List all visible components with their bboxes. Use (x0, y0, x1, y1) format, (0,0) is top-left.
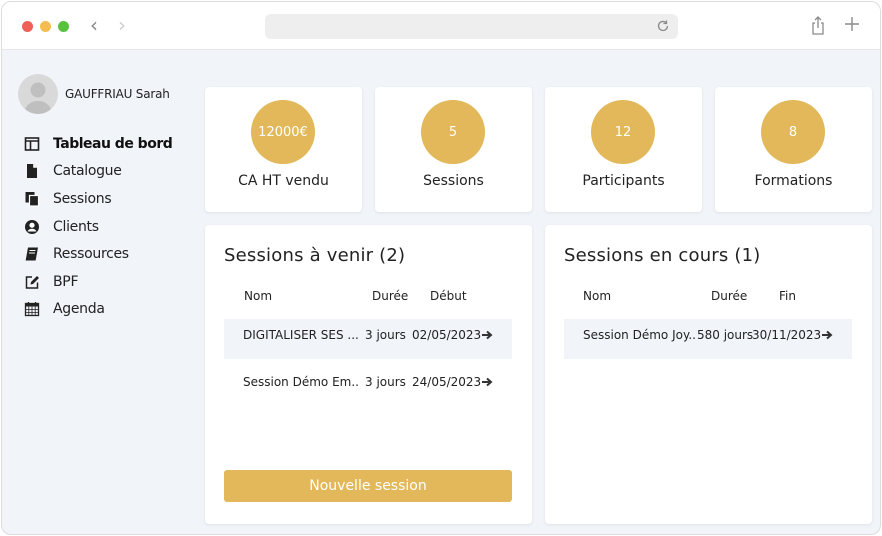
new-tab-icon[interactable] (844, 16, 860, 32)
share-icon[interactable] (810, 16, 826, 36)
session-duration: 3 jours (365, 328, 406, 342)
sidebar-item-sessions[interactable]: Sessions (24, 185, 172, 213)
arrow-right-icon[interactable] (821, 329, 833, 341)
user-profile[interactable]: GAUFFRIAU Sarah (18, 74, 170, 114)
column-header-nom: Nom (244, 289, 273, 303)
sidebar-item-tableau-de-bord[interactable]: Tableau de bord (24, 130, 173, 158)
avatar (18, 74, 58, 114)
stat-card-formations: 8 Formations (715, 87, 872, 212)
session-name: DIGITALISER SES ... (243, 328, 359, 342)
stat-value: 8 (761, 100, 825, 164)
sidebar-menu: Tableau de bord Catalogue Sessions Clien… (24, 130, 173, 324)
session-name: Session Démo Em... (243, 375, 359, 389)
table-row[interactable]: Session Démo Joy... 580 jours 30/11/2023 (564, 319, 852, 359)
session-date: 24/05/2023 (412, 375, 482, 389)
stat-label: Sessions (423, 173, 484, 189)
stat-label: Participants (582, 173, 665, 189)
upcoming-sessions-panel: Sessions à venir (2) Nom Durée Début DIG… (205, 225, 532, 524)
file-icon (27, 164, 37, 179)
column-header-debut: Début (430, 289, 467, 303)
address-bar[interactable] (265, 14, 678, 39)
stat-value: 5 (421, 100, 485, 164)
column-header-nom: Nom (583, 289, 612, 303)
arrow-right-icon[interactable] (481, 329, 493, 341)
session-date: 02/05/2023 (412, 328, 482, 342)
new-session-button[interactable]: Nouvelle session (224, 470, 512, 502)
sidebar-item-ressources[interactable]: Ressources (24, 240, 172, 268)
column-header-fin: Fin (779, 289, 796, 303)
close-window-button[interactable] (22, 21, 33, 32)
session-name: Session Démo Joy... (583, 328, 697, 342)
calendar-icon (24, 302, 40, 317)
sidebar-item-clients[interactable]: Clients (24, 213, 172, 241)
stat-card-participants: 12 Participants (545, 87, 702, 212)
panel-title: Sessions en cours (1) (564, 245, 761, 266)
sidebar-item-agenda[interactable]: Agenda (24, 296, 172, 324)
browser-window: ‹ › GAUFFRIAU Sarah Tableau de bord Cata… (1, 1, 881, 535)
column-header-duree: Durée (372, 289, 409, 303)
sidebar-item-bpf[interactable]: BPF (24, 268, 172, 296)
stat-card-ca: 12000€ CA HT vendu (205, 87, 362, 212)
back-arrow-icon[interactable]: ‹ (90, 15, 98, 35)
sidebar-item-catalogue[interactable]: Catalogue (24, 158, 172, 186)
column-header-duree: Durée (711, 289, 748, 303)
table-row[interactable]: Session Démo Em... 3 jours 24/05/2023 (224, 366, 512, 406)
user-circle-icon (25, 219, 39, 234)
user-avatar-icon (24, 82, 52, 114)
minimize-window-button[interactable] (40, 21, 51, 32)
dashboard-icon (24, 136, 40, 151)
user-name: GAUFFRIAU Sarah (65, 87, 170, 101)
panel-title: Sessions à venir (2) (224, 245, 406, 266)
stat-value: 12 (591, 100, 655, 164)
copy-icon (25, 191, 40, 207)
book-icon (25, 247, 38, 261)
reload-icon[interactable] (656, 19, 670, 33)
maximize-window-button[interactable] (58, 21, 69, 32)
edit-icon (25, 275, 39, 289)
stat-label: Formations (754, 173, 833, 189)
table-row[interactable]: DIGITALISER SES ... 3 jours 02/05/2023 (224, 319, 512, 359)
session-duration: 3 jours (365, 375, 406, 389)
forward-arrow-icon[interactable]: › (118, 15, 126, 35)
stat-value: 12000€ (251, 100, 315, 164)
session-date: 30/11/2023 (752, 328, 822, 342)
arrow-right-icon[interactable] (481, 376, 493, 388)
browser-titlebar: ‹ › (2, 2, 880, 50)
ongoing-sessions-panel: Sessions en cours (1) Nom Durée Fin Sess… (545, 225, 872, 524)
session-duration: 580 jours (697, 328, 754, 342)
stat-card-sessions: 5 Sessions (375, 87, 532, 212)
stat-label: CA HT vendu (238, 173, 329, 189)
